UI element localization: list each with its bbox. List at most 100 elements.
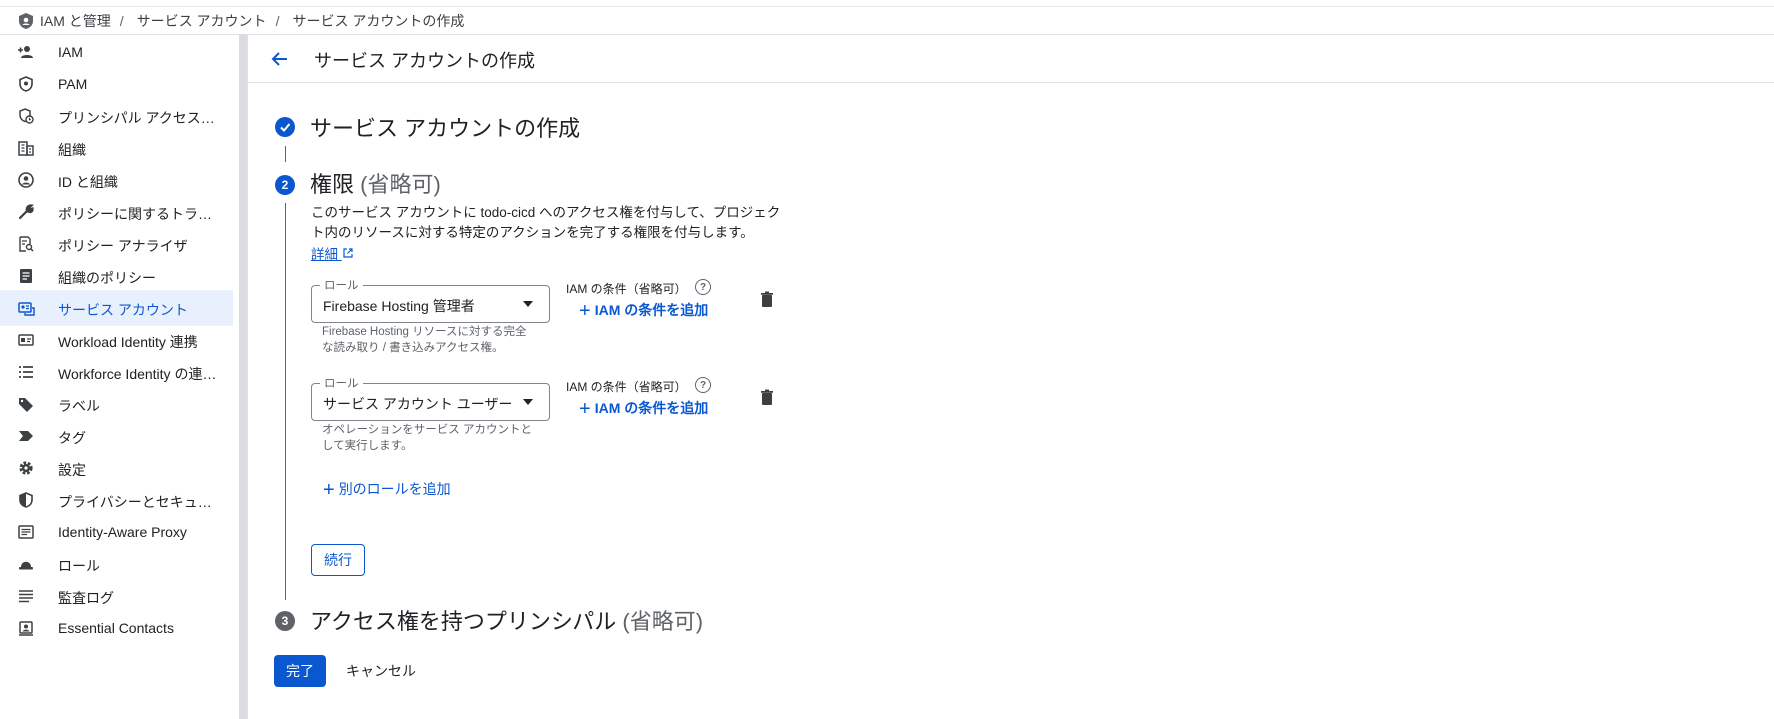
sidebar-item-label: 組織のポリシー bbox=[58, 270, 156, 286]
sidebar-item-policy-troubleshooter[interactable]: ポリシーに関するトラ… bbox=[0, 194, 233, 230]
sidebar-item-audit-logs[interactable]: 監査ログ bbox=[0, 578, 233, 614]
role-hint-1: Firebase Hosting リソースに対する完全な読み取り / 書き込みア… bbox=[322, 326, 527, 354]
id-card-icon bbox=[17, 331, 35, 349]
sidebar-item-label: Workload Identity 連携 bbox=[58, 334, 198, 350]
add-another-role-button[interactable]: + 別のロールを追加 bbox=[323, 479, 451, 502]
shield-half-icon bbox=[17, 491, 35, 509]
building-icon bbox=[17, 139, 35, 157]
tag-icon bbox=[17, 395, 35, 413]
role-legend: ロール bbox=[320, 375, 363, 391]
dropdown-arrow-icon bbox=[523, 399, 533, 405]
add-iam-condition-button-2[interactable]: + IAM の条件を追加 bbox=[579, 398, 708, 421]
iam-condition-label-1: IAM の条件（省略可） bbox=[566, 282, 687, 296]
sidebar-item-label: プリンシパル アクセス… bbox=[58, 110, 215, 126]
step-complete-check-icon bbox=[275, 117, 295, 137]
step3-number: 3 bbox=[275, 611, 295, 631]
plus-icon: + bbox=[579, 300, 591, 322]
step3-heading[interactable]: アクセス権を持つプリンシパル (省略可) bbox=[310, 604, 703, 636]
sidebar-item-principal-access[interactable]: プリンシパル アクセス… bbox=[0, 98, 233, 134]
account-circle-icon bbox=[17, 171, 35, 189]
person-add-icon bbox=[17, 43, 35, 61]
service-account-icon bbox=[17, 299, 35, 317]
add-iam-condition-button-1[interactable]: + IAM の条件を追加 bbox=[579, 300, 708, 323]
done-button[interactable]: 完了 bbox=[274, 655, 326, 687]
sidebar-item-label: ロール bbox=[58, 558, 100, 574]
add-condition-label: IAM の条件を追加 bbox=[594, 400, 709, 416]
sidebar-item-label: ID と組織 bbox=[58, 174, 118, 190]
sidebar-item-label: PAM bbox=[58, 76, 88, 92]
breadcrumb-service-accounts[interactable]: サービス アカウント bbox=[137, 11, 267, 31]
sidebar-scrollbar[interactable] bbox=[239, 34, 247, 719]
list-doc-icon bbox=[17, 267, 35, 285]
lines-icon bbox=[17, 587, 35, 605]
gear-icon bbox=[17, 459, 35, 477]
role-value: Firebase Hosting 管理者 bbox=[323, 298, 475, 314]
sidebar-item-label: Essential Contacts bbox=[58, 620, 174, 636]
sidebar-item-label: ポリシーに関するトラ… bbox=[58, 206, 212, 222]
dropdown-arrow-icon bbox=[523, 301, 533, 307]
wrench-icon bbox=[17, 203, 35, 221]
sidebar-item-service-accounts[interactable]: サービス アカウント bbox=[0, 290, 233, 326]
sidebar-item-tags[interactable]: タグ bbox=[0, 418, 233, 454]
sidebar-item-label: Identity-Aware Proxy bbox=[58, 524, 187, 540]
back-arrow-icon[interactable] bbox=[268, 47, 292, 71]
proxy-icon bbox=[17, 523, 35, 541]
add-condition-label: IAM の条件を追加 bbox=[594, 302, 709, 318]
role-value: サービス アカウント ユーザー bbox=[323, 396, 513, 412]
step1-title[interactable]: サービス アカウントの作成 bbox=[310, 111, 580, 143]
sidebar-item-labels[interactable]: ラベル bbox=[0, 386, 233, 422]
sidebar-item-id-organization[interactable]: ID と組織 bbox=[0, 162, 233, 198]
help-icon[interactable]: ? bbox=[695, 377, 711, 393]
add-role-label: 別のロールを追加 bbox=[338, 481, 451, 497]
step-connector bbox=[285, 146, 286, 162]
chevron-tag-icon bbox=[17, 427, 35, 445]
sidebar-item-workforce-identity[interactable]: Workforce Identity の連… bbox=[0, 354, 233, 390]
sidebar-item-pam[interactable]: PAM bbox=[0, 66, 233, 102]
sidebar-item-privacy-security[interactable]: プライバシーとセキュ… bbox=[0, 482, 233, 518]
learn-more-link[interactable]: 詳細 bbox=[311, 243, 354, 263]
breadcrumb-current: サービス アカウントの作成 bbox=[292, 12, 465, 29]
delete-role-icon-1[interactable] bbox=[758, 290, 776, 308]
sidebar-divider bbox=[247, 34, 248, 719]
sidebar-item-iam[interactable]: IAM bbox=[0, 34, 233, 70]
step2-number: 2 bbox=[275, 175, 295, 195]
role-legend: ロール bbox=[320, 277, 363, 293]
hat-icon bbox=[17, 555, 35, 573]
page-header: サービス アカウントの作成 bbox=[248, 34, 1774, 83]
sidebar-item-label: IAM bbox=[58, 44, 83, 60]
list-icon bbox=[17, 363, 35, 381]
role-select-2[interactable]: ロール サービス アカウント ユーザー bbox=[311, 375, 550, 421]
continue-button[interactable]: 続行 bbox=[311, 544, 365, 576]
sidebar-item-label: サービス アカウント bbox=[58, 302, 188, 318]
contact-icon bbox=[17, 619, 35, 637]
breadcrumb-separator: / bbox=[275, 12, 280, 29]
sidebar-item-roles[interactable]: ロール bbox=[0, 546, 233, 582]
sidebar-item-label: 監査ログ bbox=[58, 590, 114, 606]
help-icon[interactable]: ? bbox=[695, 279, 711, 295]
iam-condition-label-2: IAM の条件（省略可） bbox=[566, 380, 687, 394]
step2-optional: (省略可) bbox=[360, 172, 441, 197]
sidebar-item-organization[interactable]: 組織 bbox=[0, 130, 233, 166]
sidebar-item-label: プライバシーとセキュ… bbox=[58, 494, 212, 510]
cancel-button[interactable]: キャンセル bbox=[342, 655, 420, 687]
sidebar-item-essential-contacts[interactable]: Essential Contacts bbox=[0, 610, 233, 646]
delete-role-icon-2[interactable] bbox=[758, 388, 776, 406]
sidebar-item-label: Workforce Identity の連… bbox=[58, 366, 217, 382]
doc-search-icon bbox=[17, 235, 35, 253]
sidebar-item-workload-identity[interactable]: Workload Identity 連携 bbox=[0, 322, 233, 358]
sidebar-nav: IAM PAM プリンシパル アクセス… 組織 ID と組織 ポリシーに関するト… bbox=[0, 34, 237, 719]
role-hint-2: オペレーションをサービス アカウントとして実行します。 bbox=[322, 424, 532, 452]
sidebar-item-org-policies[interactable]: 組織のポリシー bbox=[0, 258, 233, 294]
breadcrumb-iam[interactable]: IAM と管理 bbox=[40, 11, 111, 31]
step3-optional: (省略可) bbox=[622, 609, 704, 634]
step2-title: 権限 bbox=[310, 172, 355, 197]
step-connector bbox=[285, 203, 286, 600]
role-select-1[interactable]: ロール Firebase Hosting 管理者 bbox=[311, 277, 550, 323]
learn-more-label: 詳細 bbox=[311, 247, 338, 262]
step3-title: アクセス権を持つプリンシパル bbox=[310, 609, 617, 634]
sidebar-item-policy-analyzer[interactable]: ポリシー アナライザ bbox=[0, 226, 233, 262]
sidebar-item-label: ラベル bbox=[58, 398, 100, 414]
sidebar-item-settings[interactable]: 設定 bbox=[0, 450, 233, 486]
sidebar-item-identity-aware-proxy[interactable]: Identity-Aware Proxy bbox=[0, 514, 233, 550]
sidebar-item-label: ポリシー アナライザ bbox=[58, 238, 188, 254]
